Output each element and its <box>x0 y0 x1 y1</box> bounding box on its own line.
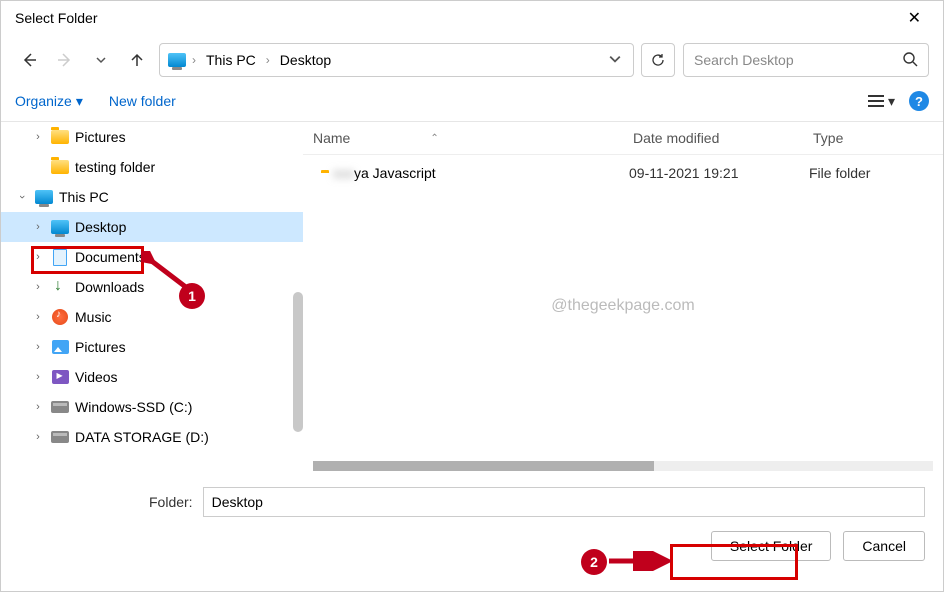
sidebar-item-label: Documents <box>75 249 146 265</box>
folder-icon <box>51 160 69 174</box>
sidebar-item-label: Windows-SSD (C:) <box>75 399 192 415</box>
view-button[interactable]: ▾ <box>868 93 895 110</box>
file-name: ya Javascript <box>354 165 436 181</box>
file-name-blurred: xxx <box>333 165 354 181</box>
back-button[interactable] <box>15 46 43 74</box>
sidebar-item-pictures[interactable]: › Pictures <box>1 332 303 362</box>
expand-icon[interactable]: › <box>31 131 45 143</box>
content-area: › Pictures testing folder › This PC › De… <box>1 121 943 471</box>
toolbar: Organize ▾ New folder ▾ ? <box>1 85 943 121</box>
titlebar: Select Folder ✕ <box>1 1 943 35</box>
sidebar-item-music[interactable]: › Music <box>1 302 303 332</box>
breadcrumb-this-pc[interactable]: This PC <box>202 50 260 70</box>
search-placeholder: Search Desktop <box>694 52 794 68</box>
expand-icon[interactable]: › <box>31 401 45 413</box>
drive-icon <box>51 401 69 413</box>
refresh-button[interactable] <box>641 43 675 77</box>
sidebar-item-label: This PC <box>59 189 109 205</box>
sort-ascending-icon: ⌃ <box>430 133 438 144</box>
scrollbar-thumb[interactable] <box>313 461 654 471</box>
folder-label: Folder: <box>149 494 193 510</box>
music-icon <box>52 309 68 325</box>
footer: Folder: Select Folder Cancel <box>1 471 943 575</box>
up-button[interactable] <box>123 46 151 74</box>
sidebar-item-desktop[interactable]: › Desktop <box>1 212 303 242</box>
chevron-down-icon: ▾ <box>76 93 83 110</box>
sidebar-item-this-pc[interactable]: › This PC <box>1 182 303 212</box>
collapse-icon[interactable]: › <box>16 190 28 204</box>
expand-icon[interactable]: › <box>31 311 45 323</box>
navbar: › This PC › Desktop Search Desktop <box>1 35 943 85</box>
file-modified: 09-11-2021 19:21 <box>629 165 809 181</box>
sidebar-item-label: Pictures <box>75 129 126 145</box>
desktop-icon <box>51 220 69 234</box>
breadcrumb-desktop[interactable]: Desktop <box>276 50 335 70</box>
document-icon <box>53 249 67 266</box>
column-type[interactable]: Type <box>813 130 943 146</box>
new-folder-button[interactable]: New folder <box>109 93 176 109</box>
sidebar-item-label: Music <box>75 309 112 325</box>
sidebar-item-drive-d[interactable]: › DATA STORAGE (D:) <box>1 422 303 452</box>
watermark: @thegeekpage.com <box>551 297 694 315</box>
help-button[interactable]: ? <box>909 91 929 111</box>
sidebar-item-label: Pictures <box>75 339 126 355</box>
list-view-icon <box>868 95 884 107</box>
expand-icon[interactable]: › <box>31 341 45 353</box>
column-name[interactable]: Name <box>313 130 350 146</box>
drive-icon <box>51 431 69 443</box>
search-input[interactable]: Search Desktop <box>683 43 929 77</box>
search-icon <box>902 51 918 70</box>
pictures-icon <box>52 340 69 354</box>
forward-button[interactable] <box>51 46 79 74</box>
address-dropdown-icon[interactable] <box>605 48 625 72</box>
select-folder-button[interactable]: Select Folder <box>711 531 831 561</box>
sidebar-item-label: Desktop <box>75 219 126 235</box>
expand-icon[interactable]: › <box>31 431 45 443</box>
folder-icon <box>51 130 69 144</box>
expand-icon[interactable]: › <box>31 281 45 293</box>
column-headers: Name ⌃ Date modified Type <box>303 122 943 155</box>
file-row[interactable]: xxx ya Javascript 09-11-2021 19:21 File … <box>303 155 943 191</box>
pc-icon <box>35 190 53 204</box>
sidebar-item-pictures[interactable]: › Pictures <box>1 122 303 152</box>
sidebar-item-testing-folder[interactable]: testing folder <box>1 152 303 182</box>
sidebar-item-downloads[interactable]: › Downloads <box>1 272 303 302</box>
scrollbar-thumb[interactable] <box>293 292 303 432</box>
file-list: Name ⌃ Date modified Type xxx ya Javascr… <box>303 122 943 471</box>
chevron-right-icon[interactable]: › <box>266 53 270 67</box>
chevron-down-icon: ▾ <box>888 93 895 110</box>
sidebar-item-documents[interactable]: › Documents <box>1 242 303 272</box>
pc-icon <box>168 53 186 67</box>
sidebar-item-label: testing folder <box>75 159 155 175</box>
expand-icon[interactable]: › <box>31 371 45 383</box>
organize-button[interactable]: Organize ▾ <box>15 93 83 110</box>
cancel-button[interactable]: Cancel <box>843 531 925 561</box>
select-folder-dialog: Select Folder ✕ › This PC › Desktop Sear… <box>0 0 944 592</box>
download-icon <box>52 279 68 295</box>
address-bar[interactable]: › This PC › Desktop <box>159 43 634 77</box>
expand-icon[interactable]: › <box>31 251 45 263</box>
expand-icon[interactable]: › <box>31 221 45 233</box>
sidebar-item-videos[interactable]: › Videos <box>1 362 303 392</box>
column-date-modified[interactable]: Date modified <box>633 130 813 146</box>
close-icon[interactable]: ✕ <box>900 4 929 32</box>
recent-dropdown-icon[interactable] <box>87 46 115 74</box>
sidebar-tree: › Pictures testing folder › This PC › De… <box>1 122 303 471</box>
file-type: File folder <box>809 165 870 181</box>
window-title: Select Folder <box>15 10 97 26</box>
sidebar-item-label: Downloads <box>75 279 144 295</box>
videos-icon <box>52 370 69 384</box>
sidebar-item-label: Videos <box>75 369 118 385</box>
sidebar-item-label: DATA STORAGE (D:) <box>75 429 209 445</box>
horizontal-scrollbar[interactable] <box>313 461 933 471</box>
chevron-right-icon[interactable]: › <box>192 53 196 67</box>
folder-name-input[interactable] <box>203 487 925 517</box>
sidebar-item-drive-c[interactable]: › Windows-SSD (C:) <box>1 392 303 422</box>
